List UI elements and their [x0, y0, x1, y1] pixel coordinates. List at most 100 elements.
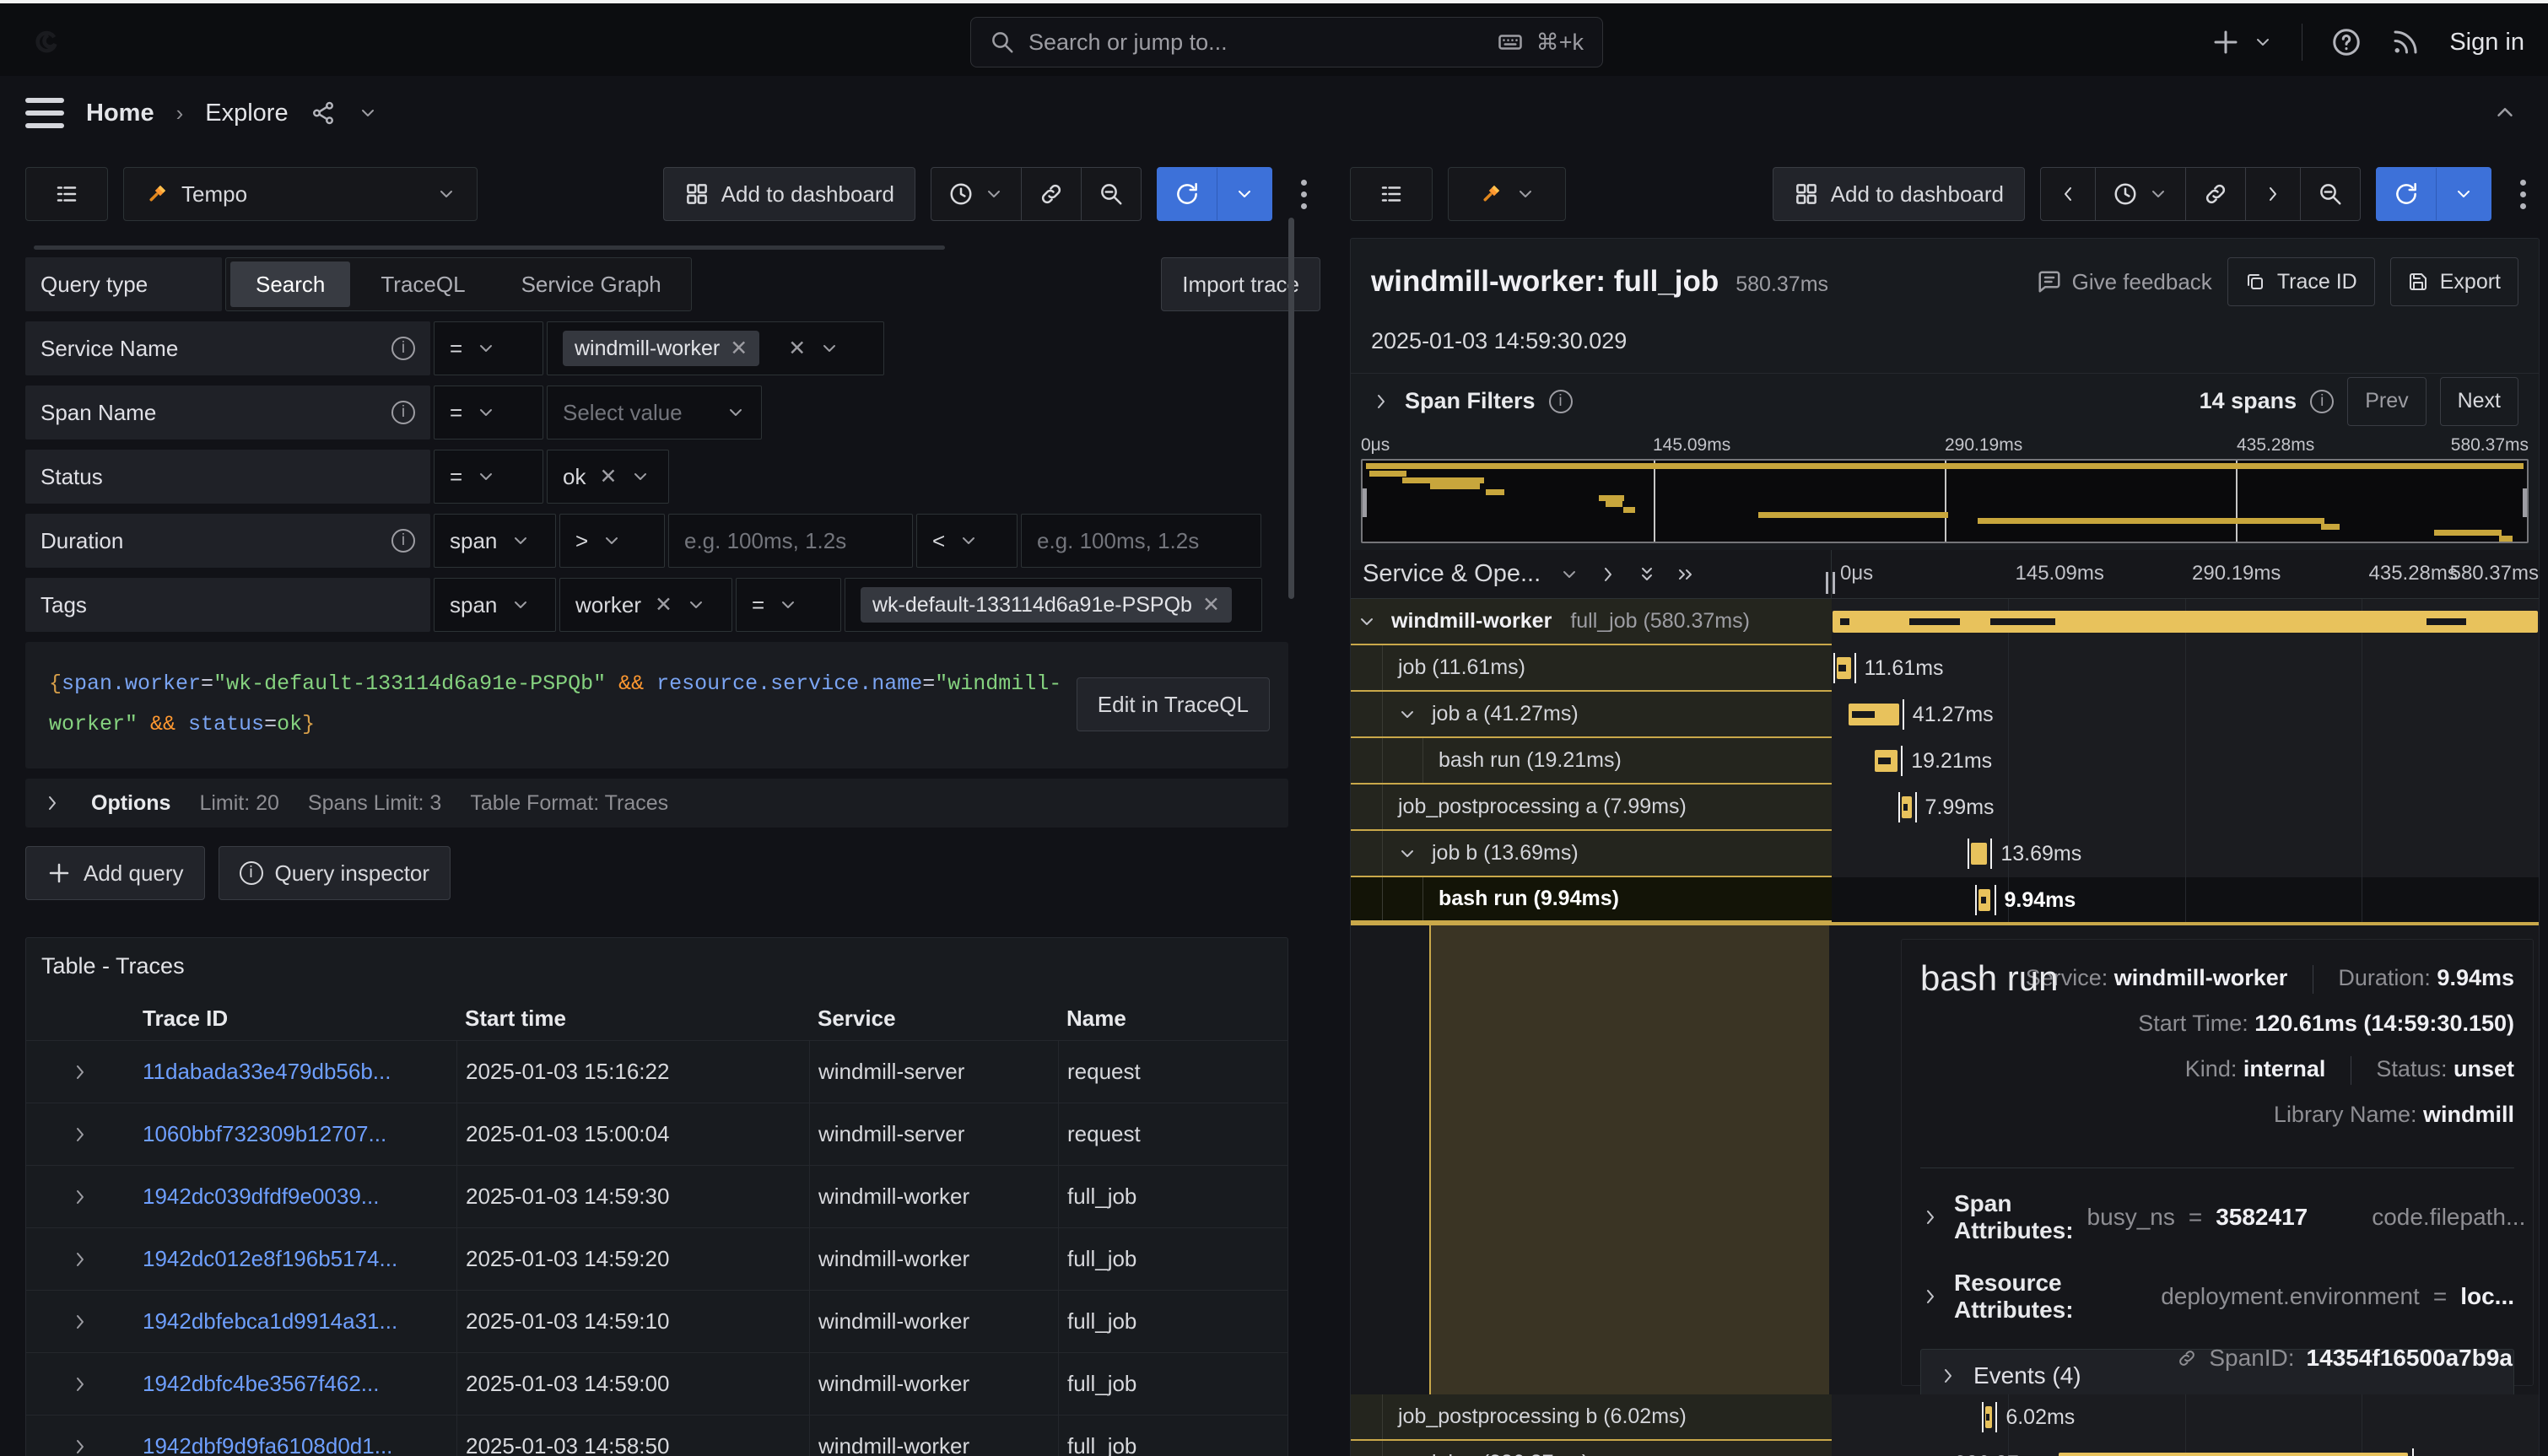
expand-row-icon[interactable]	[70, 1374, 90, 1394]
zoom-out-button[interactable]	[1082, 168, 1141, 220]
trace-id-link[interactable]: 1942dbfc4be3567f462...	[134, 1371, 456, 1397]
duration-gt-select[interactable]: >	[559, 514, 665, 568]
duration-min-input[interactable]: e.g. 100ms, 1.2s	[668, 514, 913, 568]
duration-max-input[interactable]: e.g. 100ms, 1.2s	[1021, 514, 1261, 568]
datasource-picker-mini[interactable]	[1448, 167, 1566, 221]
trace-id-button[interactable]: Trace ID	[2227, 257, 2375, 306]
span-row[interactable]: bash run (19.21ms) 19.21ms	[1351, 738, 2539, 785]
collapse-icon[interactable]	[1397, 704, 1417, 725]
prev-span-button[interactable]: Prev	[2347, 377, 2426, 426]
info-icon[interactable]: i	[391, 337, 415, 360]
tags-value-pill[interactable]: wk-default-133114d6a91e-PSPQb ✕	[861, 587, 1232, 623]
status-op-select[interactable]: =	[434, 450, 543, 504]
span-bar[interactable]	[1978, 889, 1990, 911]
run-query-button[interactable]	[2377, 168, 2437, 220]
link-split-button[interactable]	[1022, 168, 1082, 220]
span-row[interactable]: job a (41.27ms) 41.27ms	[1351, 692, 2539, 738]
news-rss-icon[interactable]	[2390, 27, 2421, 57]
add-query-button[interactable]: Add query	[25, 846, 205, 900]
tags-scope-select[interactable]: span	[434, 578, 556, 632]
add-to-dashboard-button[interactable]: Add to dashboard	[663, 167, 915, 221]
span-bar[interactable]	[1902, 796, 1912, 818]
collapse-chevron-up-icon[interactable]	[2492, 100, 2518, 125]
span-bar[interactable]	[1971, 843, 1988, 865]
outline-button[interactable]	[25, 167, 108, 221]
remove-icon[interactable]: ✕	[1202, 592, 1220, 617]
edit-in-traceql-button[interactable]: Edit in TraceQL	[1077, 677, 1270, 731]
tab-search[interactable]: Search	[230, 262, 350, 307]
expand-row-icon[interactable]	[70, 1249, 90, 1270]
span-row-selected[interactable]: bash run (9.94ms) 9.94ms	[1351, 877, 2539, 924]
query-inspector-button[interactable]: i Query inspector	[219, 846, 451, 900]
expand-row-icon[interactable]	[70, 1312, 90, 1332]
share-icon[interactable]	[310, 100, 336, 126]
span-row[interactable]: job_postprocessing b (6.02ms) 6.02ms	[1351, 1394, 2539, 1441]
collapse-icon[interactable]	[1357, 612, 1377, 632]
chevron-down-icon[interactable]	[358, 103, 378, 123]
status-value-select[interactable]: ok ✕	[547, 450, 669, 504]
trace-id-link[interactable]: 11dabada33e479db56b...	[134, 1059, 456, 1085]
sign-in-button[interactable]: Sign in	[2449, 29, 2524, 57]
give-feedback-link[interactable]: Give feedback	[2037, 269, 2212, 295]
info-icon[interactable]: i	[391, 401, 415, 424]
clear-icon[interactable]: ✕	[788, 336, 806, 361]
minimap-drag-handle-left[interactable]	[1363, 488, 1367, 517]
info-icon[interactable]: i	[391, 529, 415, 553]
col-name[interactable]: Name	[1058, 1006, 1287, 1032]
menu-hamburger-icon[interactable]	[25, 98, 64, 128]
export-button[interactable]: Export	[2390, 257, 2518, 306]
tags-value-select[interactable]: wk-default-133114d6a91e-PSPQb ✕	[845, 578, 1262, 632]
right-pane-kebab-menu[interactable]	[2507, 180, 2540, 209]
options-toggle[interactable]: Options	[91, 791, 170, 816]
chevron-right-icon[interactable]	[42, 793, 62, 813]
expand-row-icon[interactable]	[70, 1437, 90, 1456]
chevron-down-icon[interactable]	[1559, 564, 1579, 585]
trace-id-link[interactable]: 1942dbf9d9fa6108d0d1...	[134, 1433, 456, 1456]
next-span-button[interactable]: Next	[2440, 377, 2518, 426]
horizontal-scroll-indicator[interactable]	[34, 245, 945, 250]
span-name-op-select[interactable]: =	[434, 386, 543, 439]
span-bar[interactable]	[1837, 657, 1851, 679]
table-row[interactable]: 1942dbfc4be3567f462... 2025-01-03 14:59:…	[26, 1352, 1287, 1415]
span-row[interactable]: job c (286.87ms) 286.87ms	[1351, 1441, 2539, 1456]
table-row[interactable]: 11dabada33e479db56b... 2025-01-03 15:16:…	[26, 1040, 1287, 1103]
help-icon[interactable]	[2331, 27, 2362, 57]
span-filters-toggle[interactable]: Span Filters	[1405, 388, 1536, 414]
service-name-pill[interactable]: windmill-worker ✕	[563, 331, 759, 366]
time-forward-button[interactable]	[2246, 168, 2301, 220]
add-to-dashboard-button[interactable]: Add to dashboard	[1773, 167, 2025, 221]
table-row[interactable]: 1942dbfebca1d9914a31... 2025-01-03 14:59…	[26, 1290, 1287, 1352]
col-service[interactable]: Service	[809, 1006, 1058, 1032]
trace-id-link[interactable]: 1060bbf732309b12707...	[134, 1121, 456, 1147]
trace-id-link[interactable]: 1942dbfebca1d9914a31...	[134, 1308, 456, 1335]
double-chevron-right-icon[interactable]	[1676, 564, 1696, 585]
span-row[interactable]: job b (13.69ms) 13.69ms	[1351, 831, 2539, 877]
span-row[interactable]: job_postprocessing a (7.99ms) 7.99ms	[1351, 785, 2539, 831]
import-trace-button[interactable]: Import trace	[1161, 257, 1320, 311]
span-bar[interactable]	[1875, 750, 1898, 772]
service-name-value-select[interactable]: windmill-worker ✕ ✕	[547, 321, 884, 375]
time-picker-button[interactable]	[931, 168, 1022, 220]
run-query-interval-chevron[interactable]	[2437, 168, 2491, 220]
grafana-logo-icon[interactable]	[24, 19, 71, 66]
run-query-button[interactable]	[1158, 168, 1217, 220]
minimap-canvas[interactable]	[1361, 459, 2529, 543]
trace-id-link[interactable]: 1942dc039dfdf9e0039...	[134, 1184, 456, 1210]
span-row[interactable]: job (11.61ms) 11.61ms	[1351, 645, 2539, 692]
trace-id-link[interactable]: 1942dc012e8f196b5174...	[134, 1246, 456, 1272]
table-row[interactable]: 1060bbf732309b12707... 2025-01-03 15:00:…	[26, 1103, 1287, 1165]
col-trace-id[interactable]: Trace ID	[134, 1006, 456, 1032]
resource-attributes-row[interactable]: Resource Attributes: deployment.environm…	[1920, 1270, 2514, 1324]
datasource-picker[interactable]: Tempo	[123, 167, 478, 221]
col-start-time[interactable]: Start time	[456, 1006, 809, 1032]
collapse-icon[interactable]	[1397, 1453, 1417, 1456]
span-row-root[interactable]: windmill-worker full_job (580.37ms)	[1351, 599, 2539, 645]
expand-row-icon[interactable]	[70, 1062, 90, 1082]
span-bar[interactable]	[1833, 611, 2537, 633]
remove-icon[interactable]: ✕	[730, 336, 748, 361]
span-bar[interactable]	[1849, 704, 1899, 725]
service-operation-header[interactable]: Service & Ope...	[1351, 550, 1832, 598]
info-icon[interactable]: i	[1549, 390, 1573, 413]
expand-row-icon[interactable]	[70, 1187, 90, 1207]
link-split-button[interactable]	[2186, 168, 2246, 220]
